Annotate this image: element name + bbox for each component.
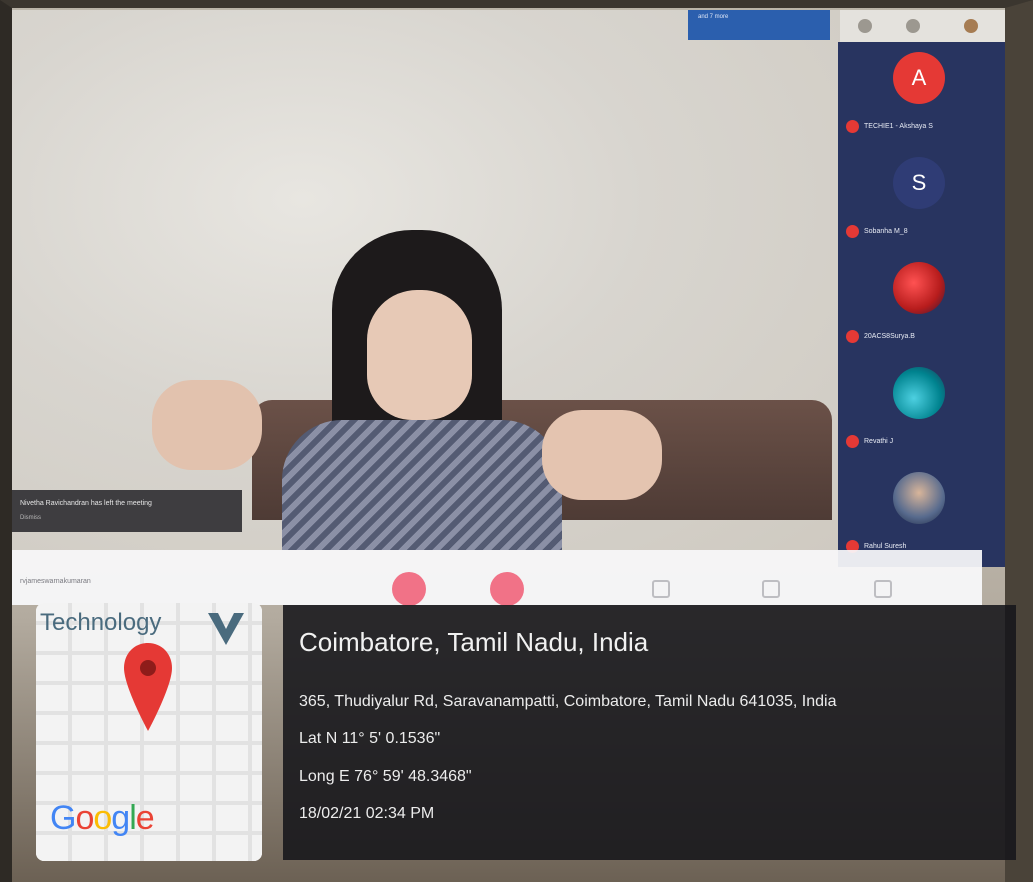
location-longitude: Long E 76° 59' 48.3468" (299, 768, 472, 785)
location-datetime: 18/02/21 02:34 PM (299, 805, 435, 822)
map-brand-text: Technology (40, 609, 162, 636)
map-thumbnail: Technology Google (36, 603, 262, 861)
brand-logo-icon (208, 613, 244, 645)
location-latitude: Lat N 11° 5' 0.1536" (299, 730, 441, 747)
google-letter: G (50, 799, 76, 837)
location-address: 365, Thudiyalur Rd, Saravanampatti, Coim… (299, 693, 837, 710)
google-letter: o (93, 799, 112, 837)
google-logo: Google (50, 799, 155, 838)
google-letter: e (135, 799, 155, 837)
location-city: Coimbatore, Tamil Nadu, India (299, 627, 649, 657)
location-caption: Coimbatore, Tamil Nadu, India 365, Thudi… (283, 605, 1016, 860)
google-letter: g (111, 799, 130, 837)
location-pin-icon (124, 643, 172, 731)
google-letter: o (75, 799, 94, 837)
